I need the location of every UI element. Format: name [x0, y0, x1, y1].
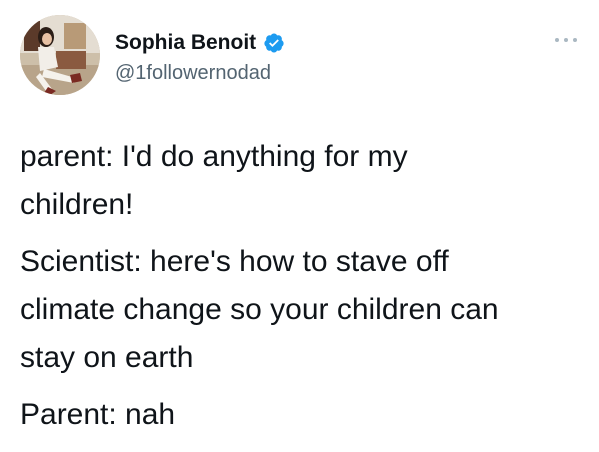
author-handle[interactable]: @1followernodad: [115, 62, 285, 85]
name-row: Sophia Benoit: [115, 30, 285, 56]
more-options-icon[interactable]: [555, 36, 577, 44]
dot: [564, 38, 568, 42]
dot: [573, 38, 577, 42]
author-info: Sophia Benoit @1followernodad: [115, 30, 285, 85]
profile-photo-icon[interactable]: [20, 15, 100, 95]
verified-badge-icon: [263, 32, 285, 54]
author-display-name[interactable]: Sophia Benoit: [115, 31, 256, 55]
tweet-paragraph-1: parent: I'd do anything for my children!: [20, 140, 408, 221]
dot: [555, 38, 559, 42]
tweet-text: parent: I'd do anything for my children!…: [20, 133, 580, 448]
tweet-paragraph-3: Parent: nah: [20, 398, 176, 431]
tweet-card: Sophia Benoit @1followernodad parent: I'…: [0, 0, 599, 452]
avatar-image: [20, 15, 100, 95]
tweet-paragraph-2: Scientist: here's how to stave off clima…: [20, 245, 499, 374]
